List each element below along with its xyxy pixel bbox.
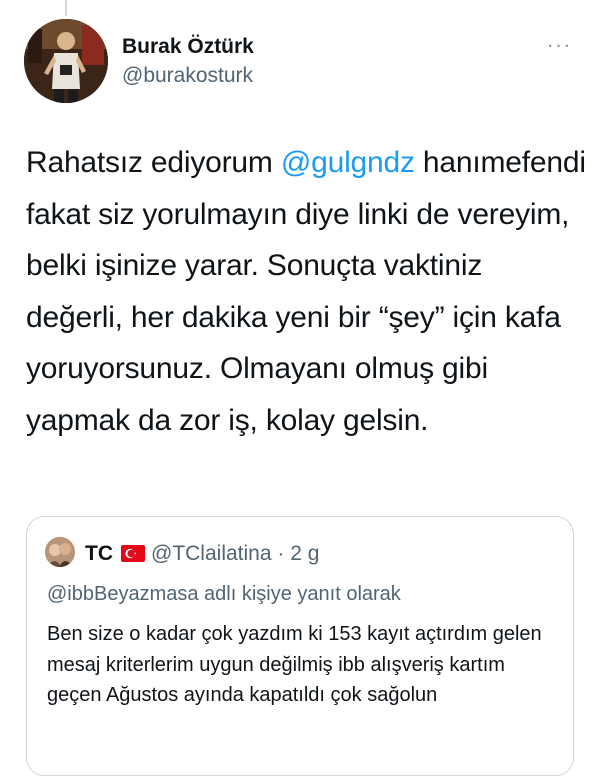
tweet-text: Rahatsız ediyorum @gulgndz hanımefendi f…: [26, 137, 586, 446]
mention-link[interactable]: @gulgndz: [281, 146, 415, 179]
quoted-avatar[interactable]: [45, 537, 75, 567]
avatar-photo: [24, 19, 108, 103]
quoted-name[interactable]: TC: [85, 542, 113, 565]
quoted-handle[interactable]: @TClailatina: [151, 542, 272, 565]
author-name[interactable]: Burak Öztürk: [122, 34, 254, 60]
turkey-flag-icon: [121, 543, 145, 569]
tweet-text-suffix: hanımefendi fakat siz yorulmayın diye li…: [26, 146, 586, 437]
tweet-text-prefix: Rahatsız ediyorum: [26, 146, 281, 179]
thread-line: [65, 0, 67, 16]
quoted-text: Ben size o kadar çok yazdım ki 153 kayıt…: [47, 623, 542, 706]
reply-context[interactable]: @ibbBeyazmasa adlı kişiye yanıt olarak: [47, 581, 401, 607]
author-avatar[interactable]: [24, 19, 108, 103]
author-handle[interactable]: @burakosturk: [122, 62, 254, 90]
quoted-separator: ·: [271, 542, 291, 565]
more-horizontal-icon[interactable]: ···: [544, 34, 574, 56]
quoted-tweet[interactable]: TC @TClailatina · 2 g @ibbBeyazmasa adlı …: [26, 516, 574, 776]
author-info[interactable]: Burak Öztürk @burakosturk: [122, 34, 254, 90]
quoted-header: TC @TClailatina · 2 g: [85, 541, 319, 569]
quoted-avatar-photo: [45, 537, 75, 567]
quoted-time[interactable]: 2 g: [290, 542, 319, 565]
